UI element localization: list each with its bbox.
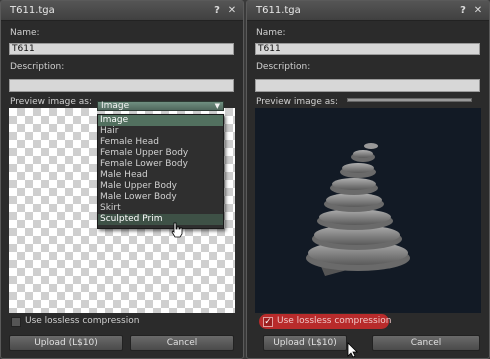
dropdown-item-hair[interactable]: Hair xyxy=(98,126,223,137)
close-icon[interactable]: ✕ xyxy=(472,4,484,17)
dialog-title: T611.tga xyxy=(256,5,301,16)
sculpt-preview-area xyxy=(255,108,481,313)
name-label: Name: xyxy=(256,28,286,38)
preview-type-combo[interactable] xyxy=(347,98,472,102)
upload-button[interactable]: Upload (L$10) xyxy=(9,335,123,351)
lossless-label: Use lossless compression xyxy=(277,316,392,326)
help-icon[interactable]: ? xyxy=(457,4,469,17)
preview-type-combo[interactable]: Image ▼ xyxy=(97,101,224,111)
preview-label: Preview image as: xyxy=(256,97,339,107)
dropdown-item-male-head[interactable]: Male Head xyxy=(98,170,223,181)
lossless-label: Use lossless compression xyxy=(25,316,140,326)
dropdown-item-skirt[interactable]: Skirt xyxy=(98,203,223,214)
dropdown-item-male-lower-body[interactable]: Male Lower Body xyxy=(98,192,223,203)
help-icon[interactable]: ? xyxy=(211,4,223,17)
lossless-checkbox[interactable]: ✓ xyxy=(263,317,273,327)
cancel-button[interactable]: Cancel xyxy=(130,335,234,351)
description-label: Description: xyxy=(10,62,65,72)
title-bar[interactable]: T611.tga ? ✕ xyxy=(1,1,243,21)
preview-type-value: Image xyxy=(101,101,130,111)
preview-label: Preview image as: xyxy=(10,97,93,107)
close-icon[interactable]: ✕ xyxy=(226,4,238,17)
dropdown-item-sculpted-prim[interactable]: Sculpted Prim xyxy=(98,214,223,225)
upload-image-dialog-left: T611.tga ? ✕ Name: T611 Description: Pre… xyxy=(0,0,244,359)
cancel-button[interactable]: Cancel xyxy=(372,335,480,351)
dropdown-item-female-head[interactable]: Female Head xyxy=(98,137,223,148)
title-bar[interactable]: T611.tga ? ✕ xyxy=(247,1,489,21)
dropdown-item-image[interactable]: Image xyxy=(98,115,223,126)
name-field[interactable]: T611 xyxy=(9,43,234,55)
preview-type-dropdown: Image Hair Female Head Female Upper Body… xyxy=(97,114,224,229)
dropdown-item-female-lower-body[interactable]: Female Lower Body xyxy=(98,159,223,170)
pointer-cursor-icon xyxy=(347,342,358,358)
hand-cursor-icon xyxy=(171,222,183,238)
dropdown-item-female-upper-body[interactable]: Female Upper Body xyxy=(98,148,223,159)
dropdown-item-male-upper-body[interactable]: Male Upper Body xyxy=(98,181,223,192)
sculpted-prim-preview xyxy=(306,143,410,276)
upload-image-dialog-right: T611.tga ? ✕ Name: T611 Description: Pre… xyxy=(246,0,490,359)
description-field[interactable] xyxy=(9,79,234,92)
lossless-checkbox[interactable] xyxy=(11,317,21,327)
name-label: Name: xyxy=(10,28,40,38)
description-field[interactable] xyxy=(255,79,480,92)
description-label: Description: xyxy=(256,62,311,72)
name-field[interactable]: T611 xyxy=(255,43,480,55)
upload-button[interactable]: Upload (L$10) xyxy=(263,335,347,351)
dialog-title: T611.tga xyxy=(10,5,55,16)
chevron-down-icon: ▼ xyxy=(214,102,220,110)
sculpt-cone xyxy=(306,143,410,276)
